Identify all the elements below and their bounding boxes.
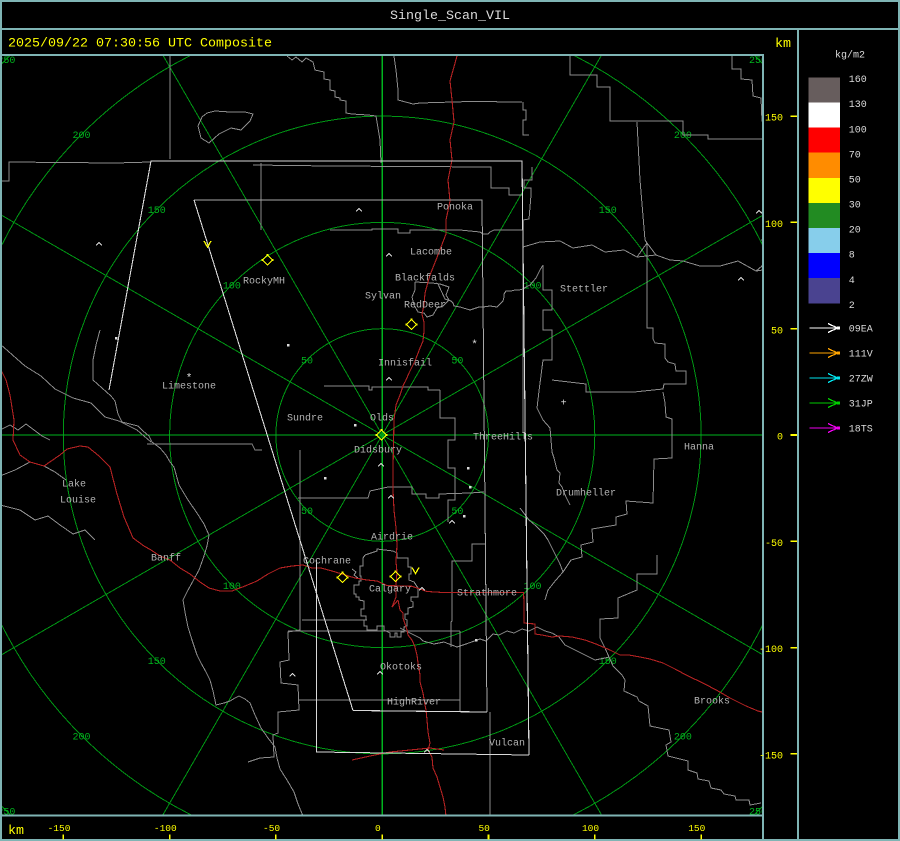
svg-text:*: * <box>471 340 478 352</box>
svg-text:2: 2 <box>849 301 855 312</box>
svg-text:RockyMH: RockyMH <box>243 276 285 288</box>
svg-text:Cochrane: Cochrane <box>303 556 351 568</box>
svg-text:250: 250 <box>0 56 15 67</box>
svg-text:-100: -100 <box>154 823 177 834</box>
svg-text:150: 150 <box>688 823 705 834</box>
svg-text:Innisfail: Innisfail <box>378 358 432 370</box>
svg-text:Ponoka: Ponoka <box>437 202 473 214</box>
svg-text:Okotoks: Okotoks <box>380 662 422 674</box>
svg-text:100: 100 <box>849 125 867 136</box>
svg-text:100: 100 <box>582 823 599 834</box>
svg-text:Hanna: Hanna <box>684 443 714 454</box>
svg-text:0: 0 <box>777 433 783 444</box>
svg-text:100: 100 <box>223 281 241 292</box>
svg-text:30: 30 <box>849 201 861 212</box>
svg-text:100: 100 <box>765 220 783 231</box>
svg-text:130: 130 <box>849 100 867 111</box>
svg-text:100: 100 <box>523 582 541 593</box>
svg-text:RedDeer: RedDeer <box>404 300 446 312</box>
svg-text:31JP: 31JP <box>849 400 873 411</box>
svg-text:Blackfalds: Blackfalds <box>395 273 455 285</box>
svg-text:Single_Scan_VIL: Single_Scan_VIL <box>390 9 510 24</box>
svg-text:Calgary: Calgary <box>369 584 411 596</box>
svg-text:50: 50 <box>301 356 313 367</box>
svg-text:+: + <box>561 399 567 410</box>
svg-text:kg/m2: kg/m2 <box>835 50 865 62</box>
svg-text:50: 50 <box>451 356 463 367</box>
svg-text:50: 50 <box>451 507 463 518</box>
svg-text:Banff: Banff <box>151 553 181 565</box>
svg-text:-50: -50 <box>765 539 783 550</box>
svg-text:Olds: Olds <box>370 413 394 425</box>
svg-text:8: 8 <box>849 251 855 262</box>
svg-text:200: 200 <box>72 732 90 743</box>
svg-text:Sundre: Sundre <box>287 413 323 425</box>
svg-text:50: 50 <box>301 507 313 518</box>
svg-text:200: 200 <box>72 131 90 142</box>
svg-text:200: 200 <box>674 732 692 743</box>
svg-text:2025/09/22 07:30:56 UTC Compos: 2025/09/22 07:30:56 UTC Composite <box>8 37 272 52</box>
svg-text:50: 50 <box>771 326 783 337</box>
svg-text:4: 4 <box>849 276 855 287</box>
svg-text:111V: 111V <box>849 350 873 361</box>
svg-text:Louise: Louise <box>60 495 96 507</box>
svg-text:-50: -50 <box>263 823 280 834</box>
svg-text:*: * <box>186 373 193 385</box>
svg-text:Vulcan: Vulcan <box>489 738 525 750</box>
svg-text:Brooks: Brooks <box>694 696 730 708</box>
svg-text:150: 150 <box>148 206 166 217</box>
svg-text:ThreeHills: ThreeHills <box>473 432 533 444</box>
svg-text:50: 50 <box>849 175 861 186</box>
svg-text:27ZW: 27ZW <box>849 375 873 386</box>
svg-text:70: 70 <box>849 150 861 161</box>
svg-text:-100: -100 <box>759 645 783 656</box>
svg-text:160: 160 <box>849 75 867 86</box>
svg-text:Lake: Lake <box>62 479 86 491</box>
svg-text:Sylvan: Sylvan <box>365 291 401 303</box>
svg-text:0: 0 <box>375 823 381 834</box>
svg-text:150: 150 <box>599 206 617 217</box>
svg-text:Strathmore: Strathmore <box>457 588 517 600</box>
svg-text:km: km <box>775 37 791 52</box>
svg-text:18TS: 18TS <box>849 425 873 436</box>
svg-text:Drumheller: Drumheller <box>556 488 616 500</box>
svg-text:150: 150 <box>765 114 783 125</box>
svg-text:09EA: 09EA <box>849 325 873 336</box>
svg-text:HighRiver: HighRiver <box>387 697 441 709</box>
svg-text:Didsbury: Didsbury <box>354 445 402 457</box>
svg-text:Lacombe: Lacombe <box>410 247 452 259</box>
svg-text:Airdrie: Airdrie <box>371 532 413 544</box>
svg-text:150: 150 <box>148 657 166 668</box>
svg-text:20: 20 <box>849 226 861 237</box>
svg-text:-150: -150 <box>759 752 783 763</box>
svg-text:50: 50 <box>478 823 490 834</box>
svg-text:km: km <box>8 824 24 839</box>
svg-text:-150: -150 <box>48 823 71 834</box>
svg-text:Stettler: Stettler <box>560 284 608 296</box>
